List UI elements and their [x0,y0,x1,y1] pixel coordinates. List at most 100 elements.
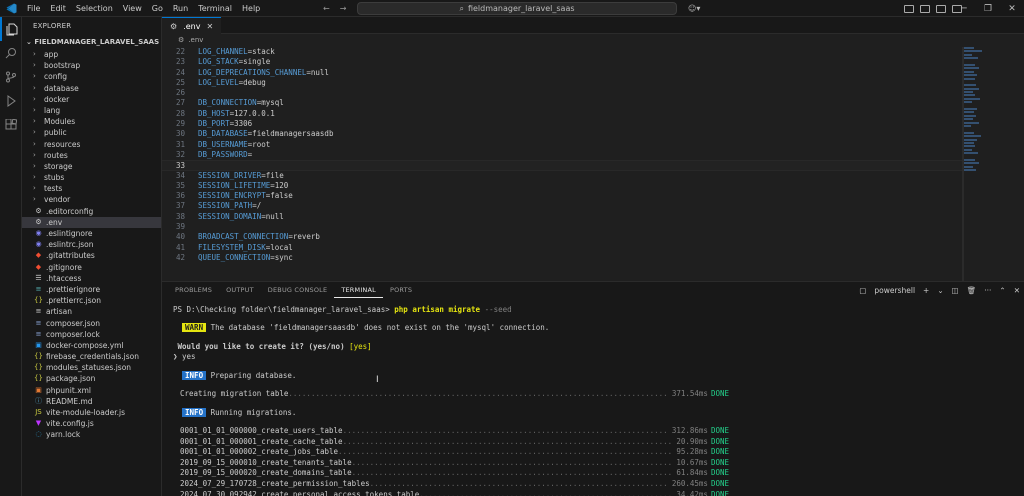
folder-item[interactable]: › routes [22,150,161,161]
split-terminal-icon[interactable]: ◫ [952,286,959,295]
tree-item-label: .editorconfig [46,206,94,216]
preparing-text: Preparing database. [210,370,297,380]
terminal-output[interactable]: PS D:\Checking folder\fieldmanager_larav… [173,305,1013,496]
trash-icon[interactable]: 🗑 [967,286,977,295]
folder-item[interactable]: › resources [22,139,161,150]
terminal-icon: ▢ [859,285,867,295]
file-item[interactable]: ≡ composer.json [22,318,161,329]
folder-item[interactable]: › public [22,127,161,138]
file-item[interactable]: {} firebase_credentials.json [22,351,161,362]
tab-env[interactable]: ⚙ .env ✕ [162,17,221,34]
menu-item-help[interactable]: Help [237,0,265,17]
file-item[interactable]: ≡ composer.lock [22,329,161,340]
menu-item-terminal[interactable]: Terminal [193,0,237,17]
tab-output[interactable]: OUTPUT [219,282,261,298]
minimap-line [964,145,975,148]
file-item[interactable]: {} package.json [22,373,161,384]
dots-leader: ........................................… [342,425,669,435]
workspace-root[interactable]: ⌄ FIELDMANAGER_LARAVEL_SAAS [22,36,161,49]
file-item[interactable]: ◉ .eslintignore [22,228,161,239]
run-debug-icon[interactable] [0,89,22,113]
file-item[interactable]: JS vite-module-loader.js [22,407,161,418]
file-tree: › app › bootstrap › config › database › docker › la… [22,49,161,441]
tree-item-label: config [44,72,67,82]
menu-item-edit[interactable]: Edit [45,0,71,17]
menu-item-view[interactable]: View [118,0,147,17]
line-number: 23 [175,57,185,67]
env-key: DB_CONNECTION [198,98,257,108]
file-item[interactable]: ◆ .gitignore [22,262,161,273]
minimize-icon[interactable]: ─ [952,4,976,14]
file-item[interactable]: ≡ artisan [22,306,161,317]
warn-text: The database 'fieldmanagersaasdb' does n… [210,323,550,333]
breadcrumb-item[interactable]: .env [188,34,203,46]
close-tab-icon[interactable]: ✕ [206,22,213,31]
file-item[interactable]: ⓘ README.md [22,396,161,407]
menu-item-file[interactable]: File [22,0,45,17]
back-arrow-icon[interactable]: ← [323,4,330,13]
file-item[interactable]: ⚙ .env [22,216,161,228]
line-text: SESSION_LIFETIME=120 [198,181,288,191]
menu-item-go[interactable]: Go [147,0,168,17]
toggle-sidebar-icon[interactable] [904,4,914,13]
status-done: DONE [710,468,729,478]
forward-arrow-icon[interactable]: → [340,4,347,13]
command-center-search[interactable]: ⌕ fieldmanager_laravel_saas [357,2,677,15]
explorer-icon[interactable] [0,17,22,41]
folder-item[interactable]: › config [22,71,161,82]
file-item[interactable]: ≡ .prettierignore [22,284,161,295]
extensions-icon[interactable] [0,113,22,137]
info-badge: INFO [182,407,207,417]
file-item[interactable]: ▣ docker-compose.yml [22,340,161,351]
folder-item[interactable]: › stubs [22,172,161,183]
source-control-icon[interactable] [0,65,22,89]
folder-item[interactable]: › tests [22,183,161,194]
file-item[interactable]: ⚙ .editorconfig [22,206,161,217]
search-activity-icon[interactable] [0,41,22,65]
toggle-secondary-sidebar-icon[interactable] [936,4,946,13]
folder-item[interactable]: › bootstrap [22,60,161,71]
code-line: 27 DB_CONNECTION=mysql [162,98,962,108]
code-editor[interactable]: 22 LOG_CHANNEL=stack 23 LOG_STACK=single 24 L… [162,47,962,263]
close-window-icon[interactable]: ✕ [1000,4,1024,14]
file-item[interactable]: ▼ vite.config.js [22,418,161,429]
copilot-icon[interactable]: ☺▾ [688,0,700,17]
toggle-panel-icon[interactable] [920,4,930,13]
folder-item[interactable]: › database [22,83,161,94]
new-terminal-icon[interactable]: + [923,286,929,295]
migration-row: 2019_09_15_000020_create_domains_table .… [173,468,729,479]
chevron-right-icon: › [33,83,36,92]
file-item[interactable]: ◆ .gitattributes [22,250,161,261]
tab-problems[interactable]: PROBLEMS [168,282,219,298]
file-item[interactable]: {} modules_statuses.json [22,362,161,373]
file-item[interactable]: ◉ .eslintrc.json [22,239,161,250]
file-item[interactable]: ▣ phpunit.xml [22,385,161,396]
line-text: FILESYSTEM_DISK=local [198,243,293,253]
duration: 10.67ms [676,457,708,467]
minimap[interactable] [964,47,1020,277]
dots-leader: ........................................… [351,468,674,478]
file-item[interactable]: ☰ .htaccess [22,273,161,284]
maximize-panel-icon[interactable]: ⌃ [999,286,1005,295]
tab-debug-console[interactable]: DEBUG CONSOLE [261,282,335,298]
menu-item-selection[interactable]: Selection [71,0,118,17]
text-cursor-icon: I [376,375,379,385]
terminal-shell-name[interactable]: powershell [874,286,915,295]
env-value: = [247,149,253,159]
folder-item[interactable]: › vendor [22,194,161,205]
folder-item[interactable]: › docker [22,94,161,105]
restore-icon[interactable]: ❐ [976,4,1000,14]
close-panel-icon[interactable]: ✕ [1014,286,1020,295]
env-value: =single [238,57,271,67]
more-actions-icon[interactable]: ··· [984,286,991,295]
file-item[interactable]: ◌ yarn.lock [22,429,161,440]
chevron-down-icon[interactable]: ⌄ [937,286,943,295]
tab-terminal[interactable]: TERMINAL [334,282,383,298]
folder-item[interactable]: › lang [22,105,161,116]
folder-item[interactable]: › storage [22,161,161,172]
folder-item[interactable]: › app [22,49,161,60]
tab-ports[interactable]: PORTS [383,282,419,298]
file-item[interactable]: {} .prettierrc.json [22,295,161,306]
folder-item[interactable]: › Modules [22,116,161,127]
menu-item-run[interactable]: Run [168,0,193,17]
